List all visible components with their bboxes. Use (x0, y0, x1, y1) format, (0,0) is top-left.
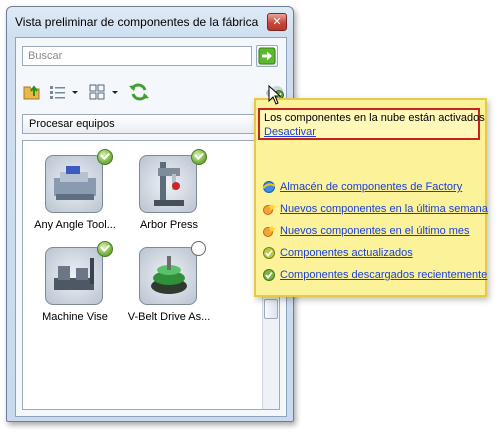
link-label: Nuevos componentes en la última semana (280, 203, 488, 215)
cloud-status-popup: Los componentes en la nube están activad… (254, 98, 488, 297)
component-label: Any Angle Tool... (34, 219, 116, 231)
deactivate-link[interactable]: Desactivar (264, 126, 316, 138)
folder-upload-icon (23, 85, 40, 100)
refresh-button[interactable] (128, 82, 150, 102)
updated-check-icon (263, 247, 275, 259)
close-button[interactable]: ✕ (267, 13, 287, 31)
v-belt-drive-thumbnail (139, 247, 197, 305)
machine-vise-thumbnail (45, 247, 103, 305)
category-dropdown-value: Procesar equipos (29, 118, 115, 130)
scrollbar-thumb[interactable] (264, 299, 278, 319)
arbor-press-thumbnail (139, 155, 197, 213)
cloud-status-text: Los componentes en la nube están activad… (264, 112, 485, 124)
installed-check-icon (97, 241, 113, 257)
downloaded-check-icon (263, 269, 275, 281)
title-bar[interactable]: Vista preliminar de componentes de la fá… (7, 7, 293, 35)
link-label: Componentes descargados recientemente (280, 269, 488, 281)
refresh-icon (129, 83, 149, 101)
link-label: Componentes actualizados (280, 247, 413, 259)
any-angle-tool-thumbnail (45, 155, 103, 213)
list-view-button[interactable] (48, 82, 84, 102)
component-tile[interactable]: V-Belt Drive As... (123, 241, 215, 337)
component-tile[interactable]: Machine Vise (29, 241, 121, 337)
columns-view-icon (89, 84, 118, 100)
installed-check-icon (191, 149, 207, 165)
search-input[interactable]: Buscar (22, 46, 252, 66)
components-grid: Any Angle Tool... Arbor Press Machine Vi… (22, 140, 280, 410)
search-go-button[interactable] (256, 45, 278, 67)
folder-upload-button[interactable] (22, 82, 42, 102)
list-view-icon (50, 86, 78, 99)
ie-globe-icon (262, 181, 276, 193)
columns-view-button[interactable] (88, 82, 124, 102)
not-installed-circle-icon (191, 241, 206, 256)
link-label: Almacén de componentes de Factory (280, 181, 463, 193)
green-arrow-icon (258, 47, 276, 65)
component-tile[interactable]: Any Angle Tool... (29, 149, 121, 245)
component-tile[interactable]: Arbor Press (123, 149, 215, 245)
link-label: Nuevos componentes en el último mes (280, 225, 470, 237)
component-label: V-Belt Drive As... (127, 311, 211, 323)
window-title: Vista preliminar de componentes de la fá… (15, 15, 259, 29)
cloud-status-box: Los componentes en la nube están activad… (258, 108, 485, 140)
installed-check-icon (97, 149, 113, 165)
factory-preview-window: Vista preliminar de componentes de la fá… (6, 6, 294, 422)
mouse-cursor-icon (268, 85, 282, 105)
window-client-area: Buscar Procesar equipos Any Angle Tool..… (15, 37, 287, 417)
component-label: Machine Vise (42, 311, 108, 323)
star-new-icon (263, 225, 276, 237)
category-dropdown[interactable]: Procesar equipos ▼ (22, 114, 280, 134)
star-new-icon (263, 203, 276, 215)
component-label: Arbor Press (139, 219, 199, 231)
toolbar (22, 82, 284, 104)
